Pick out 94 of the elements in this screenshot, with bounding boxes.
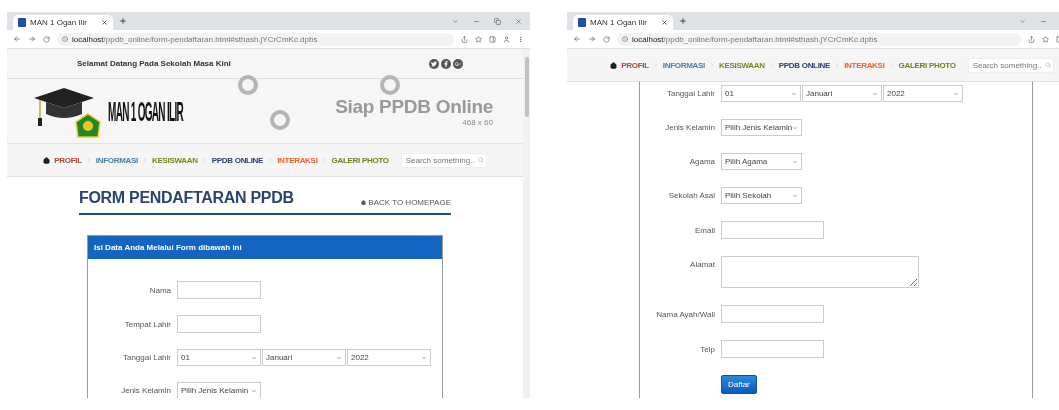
dropdown-select[interactable]: Pilih Sekolah [721, 187, 802, 204]
back-icon[interactable] [573, 35, 581, 43]
field-label: Email [694, 225, 715, 235]
field-label: Tempat Lahir [123, 319, 171, 329]
page-title: FORM PENDAFTARAN PPDB [79, 189, 294, 207]
nav-link[interactable]: PROFIL [621, 60, 649, 70]
share-icon[interactable] [1028, 35, 1035, 43]
caret-icon [251, 354, 257, 361]
text-input[interactable] [721, 305, 824, 323]
nav-link[interactable]: KESISWAAN [719, 60, 765, 70]
text-input[interactable] [721, 221, 824, 239]
facebook-icon[interactable] [441, 58, 451, 69]
field-label: Agama [688, 157, 715, 166]
dropdown-select[interactable]: Januari [262, 349, 346, 366]
caret-icon [953, 90, 959, 97]
field-label: Jenis Kelamin [120, 386, 171, 395]
ring-icon [269, 109, 291, 131]
caret-icon [251, 387, 257, 394]
caret-icon [872, 90, 878, 97]
caret-icon [792, 124, 798, 131]
browser-tab[interactable]: MAN 1 Ogan Ilir [13, 15, 113, 30]
dropdown-select[interactable]: 01 [177, 349, 261, 366]
google-plus-icon[interactable] [453, 58, 463, 69]
reload-icon[interactable] [603, 35, 610, 43]
caret-icon [421, 354, 427, 361]
star-icon[interactable] [475, 35, 482, 43]
text-input[interactable] [177, 281, 261, 299]
dropdown-select[interactable]: Pilih Agama [721, 153, 802, 170]
chevron-icon[interactable] [1019, 17, 1026, 25]
nav-link[interactable]: INFORMASI [95, 155, 138, 165]
field-label: Alamat [689, 259, 715, 269]
field-label: Sekolah Asal [667, 191, 715, 200]
reload-icon[interactable] [43, 35, 50, 43]
greeting-text: Selamat Datang Pada Sekolah Masa Kini [77, 59, 231, 68]
field-label: Nama [148, 285, 171, 295]
banner-size-text: 468 x 60 [462, 117, 493, 127]
profile-icon[interactable] [503, 35, 510, 43]
close-icon[interactable] [101, 19, 108, 26]
search-field[interactable]: Search something.. [400, 152, 487, 168]
new-tab-icon[interactable] [679, 17, 687, 25]
text-input[interactable] [721, 340, 824, 358]
close-icon[interactable] [661, 19, 668, 26]
text-input[interactable] [177, 315, 261, 333]
dropdown-select[interactable]: Pilih Jenis Kelamin [721, 119, 802, 136]
close-icon[interactable] [515, 17, 522, 25]
info-icon [62, 36, 68, 42]
submit-button[interactable]: Daftar [721, 375, 757, 394]
forward-icon[interactable] [28, 35, 36, 43]
banner-text: Siap PPDB Online [335, 95, 493, 118]
field-label: Nama Ayah/Wali [655, 309, 715, 319]
field-label: Jenis Kelamin [664, 123, 715, 132]
star-icon[interactable] [1042, 35, 1049, 43]
dropdown-select[interactable]: 2022 [883, 85, 963, 102]
dropdown-select[interactable]: 2022 [347, 349, 431, 366]
field-label: Telp [699, 344, 715, 354]
address-bar[interactable]: localhost/ppdb_online/form-pendaftaran.html#sthash.jYCrCmKc.dpbs [617, 32, 1021, 46]
school-name: MAN 1 OGAN ILIR [108, 95, 184, 127]
caret-icon [792, 158, 798, 165]
field-label: Tanggal Lahir [665, 89, 715, 98]
dropdown-select[interactable]: 01 [721, 85, 801, 102]
textarea-input[interactable] [721, 256, 919, 288]
nav-link[interactable]: PPDB ONLINE [778, 60, 831, 70]
chevron-icon[interactable] [452, 17, 459, 25]
ring-icon [379, 74, 401, 96]
back-icon[interactable] [13, 35, 21, 43]
twitter-icon[interactable] [429, 58, 439, 69]
dropdown-select[interactable]: Januari [802, 85, 882, 102]
caret-icon [792, 192, 798, 199]
favicon-icon [18, 18, 26, 27]
back-link[interactable]: BACK TO HOMEPAGE [361, 198, 451, 207]
restore-icon[interactable] [494, 17, 501, 25]
nav-link[interactable]: INFORMASI [662, 60, 705, 70]
address-bar[interactable]: localhost/ppdb_online/form-pendaftaran.html#sthash.jYCrCmKc.dpbs [57, 32, 454, 46]
panel-heading: Isi Data Anda Melalui Form dibawah ini [88, 236, 442, 259]
browser-tab[interactable]: MAN 1 Ogan Ilir [573, 15, 673, 30]
field-label: Tanggal Lahir [121, 353, 171, 362]
search-icon [1044, 61, 1051, 68]
forward-icon[interactable] [588, 35, 596, 43]
search-icon [477, 156, 484, 163]
nav-link[interactable]: GALERI PHOTO [331, 155, 389, 165]
new-tab-icon[interactable] [119, 17, 127, 25]
search-field[interactable]: Search something.. [967, 57, 1054, 73]
favicon-icon [578, 18, 586, 27]
nav-link[interactable]: GALERI PHOTO [898, 60, 956, 70]
caret-icon [336, 354, 342, 361]
caret-icon [791, 90, 797, 97]
share-icon[interactable] [461, 35, 468, 43]
info-icon [622, 36, 628, 42]
ring-icon [237, 74, 259, 96]
dropdown-select[interactable]: Pilih Jenis Kelamin [177, 382, 261, 398]
nav-link[interactable]: KESISWAAN [152, 155, 198, 165]
nav-link[interactable]: PPDB ONLINE [211, 155, 264, 165]
nav-link[interactable]: PROFIL [54, 155, 82, 165]
scrollbar[interactable] [523, 49, 530, 398]
